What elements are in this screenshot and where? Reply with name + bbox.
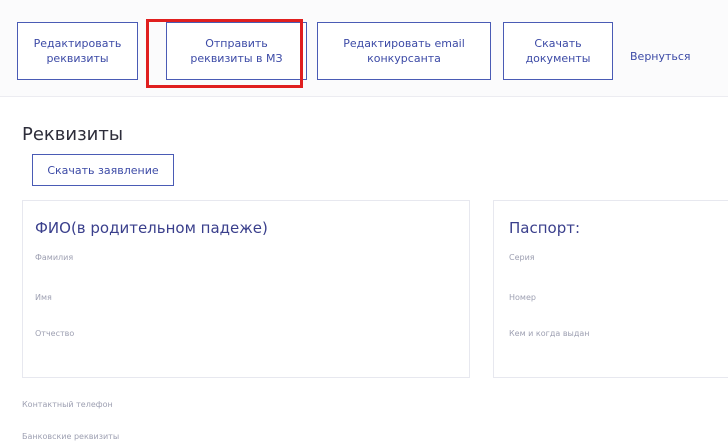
edit-email-button[interactable]: Редактировать email конкурсанта bbox=[317, 22, 491, 80]
field-label-series: Серия bbox=[509, 253, 535, 262]
back-link[interactable]: Вернуться bbox=[630, 50, 691, 63]
field-label-surname: Фамилия bbox=[35, 253, 74, 262]
bank-requisites-label: Банковские реквизиты bbox=[22, 432, 120, 441]
fio-card-title: ФИО(в родительном падеже) bbox=[35, 219, 268, 237]
action-toolbar: Редактировать реквизиты Отправить реквиз… bbox=[0, 0, 728, 97]
field-label-patronymic: Отчество bbox=[35, 329, 75, 338]
contact-phone-label: Контактный телефон bbox=[22, 400, 113, 409]
passport-card: Паспорт: Серия Номер Кем и когда выдан bbox=[493, 200, 728, 378]
edit-requisites-button[interactable]: Редактировать реквизиты bbox=[17, 22, 138, 80]
passport-card-title: Паспорт: bbox=[509, 219, 581, 237]
fio-card: ФИО(в родительном падеже) Фамилия Имя От… bbox=[22, 200, 470, 378]
download-documents-button[interactable]: Скачать документы bbox=[503, 22, 613, 80]
page-title: Реквизиты bbox=[22, 124, 124, 145]
highlight-frame bbox=[146, 19, 303, 88]
field-label-name: Имя bbox=[35, 293, 52, 302]
download-application-button[interactable]: Скачать заявление bbox=[32, 154, 174, 186]
field-label-issued-by: Кем и когда выдан bbox=[509, 329, 590, 338]
field-label-number: Номер bbox=[509, 293, 536, 302]
